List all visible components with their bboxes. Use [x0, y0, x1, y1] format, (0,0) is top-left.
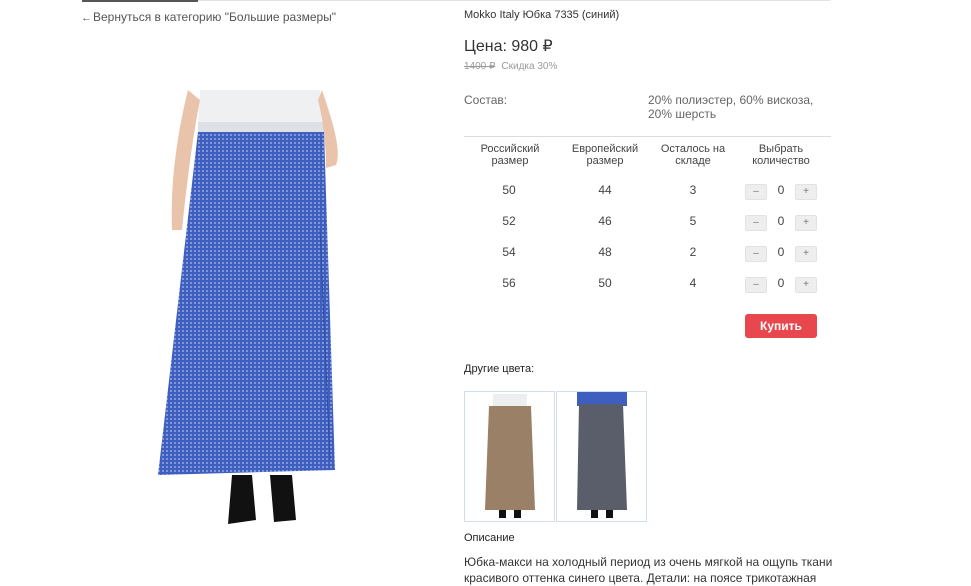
top-divider-accent — [82, 0, 198, 2]
color-variant-thumb-brown[interactable] — [464, 391, 555, 522]
qty-value[interactable]: 0 — [774, 214, 788, 228]
old-price: 1400 ₽ — [464, 61, 496, 72]
cell-eu-size: 46 — [598, 214, 612, 228]
color-variant-thumb-grey[interactable] — [556, 391, 647, 522]
qty-plus-button[interactable]: + — [795, 184, 817, 200]
description-label: Описание — [464, 532, 515, 544]
composition-label: Состав: — [464, 93, 508, 107]
cell-ru-size: 56 — [502, 276, 516, 290]
cell-eu-size: 44 — [598, 183, 612, 197]
discount-label: Скидка 30% — [501, 61, 558, 72]
cell-ru-size: 52 — [502, 214, 516, 228]
composition-value: 20% полиэстер, 60% вискоза, 20% шерсть — [648, 93, 814, 121]
qty-plus-button[interactable]: + — [795, 277, 817, 293]
skirt-thumb-image — [485, 394, 535, 518]
cell-stock: 2 — [689, 245, 697, 259]
product-price: Цена: 980 ₽ — [464, 38, 553, 55]
arrow-left-icon: ← — [81, 12, 92, 24]
header-stock: Осталось на складе — [660, 143, 726, 167]
qty-plus-button[interactable]: + — [795, 215, 817, 231]
cell-eu-size: 50 — [598, 276, 612, 290]
buy-button[interactable]: Купить — [745, 314, 817, 338]
back-to-category-link[interactable]: ←Вернуться в категорию "Большие размеры" — [81, 10, 336, 24]
back-link-text: Вернуться в категорию "Большие размеры" — [93, 10, 337, 24]
left-shoe-shape — [228, 475, 256, 524]
qty-value[interactable]: 0 — [774, 245, 788, 259]
cell-stock: 4 — [689, 276, 697, 290]
cell-ru-size: 50 — [502, 183, 516, 197]
old-price-row: 1400 ₽ Скидка 30% — [464, 61, 557, 72]
description-text: Юбка-макси на холодный период из очень м… — [464, 555, 833, 585]
qty-minus-button[interactable]: – — [745, 246, 767, 262]
cell-stock: 5 — [689, 214, 697, 228]
qty-minus-button[interactable]: – — [745, 184, 767, 200]
product-photo — [158, 90, 338, 524]
skirt-thumb-image — [577, 392, 627, 518]
qty-plus-button[interactable]: + — [795, 246, 817, 262]
qty-value[interactable]: 0 — [774, 276, 788, 290]
blouse-shape — [198, 90, 322, 125]
cell-ru-size: 54 — [502, 245, 516, 259]
qty-minus-button[interactable]: – — [745, 277, 767, 293]
qty-minus-button[interactable]: – — [745, 215, 767, 231]
right-shoe-shape — [270, 475, 296, 522]
product-title: Mokko Italy Юбка 7335 (синий) — [464, 9, 620, 21]
header-ru-size: Российский размер — [480, 143, 540, 167]
header-eu-size: Европейский размер — [571, 143, 639, 167]
cell-stock: 3 — [689, 183, 697, 197]
other-colors-label: Другие цвета: — [464, 363, 535, 375]
qty-value[interactable]: 0 — [774, 183, 788, 197]
cell-eu-size: 48 — [598, 245, 612, 259]
size-table-divider — [464, 136, 831, 137]
header-quantity: Выбрать количество — [752, 143, 810, 167]
